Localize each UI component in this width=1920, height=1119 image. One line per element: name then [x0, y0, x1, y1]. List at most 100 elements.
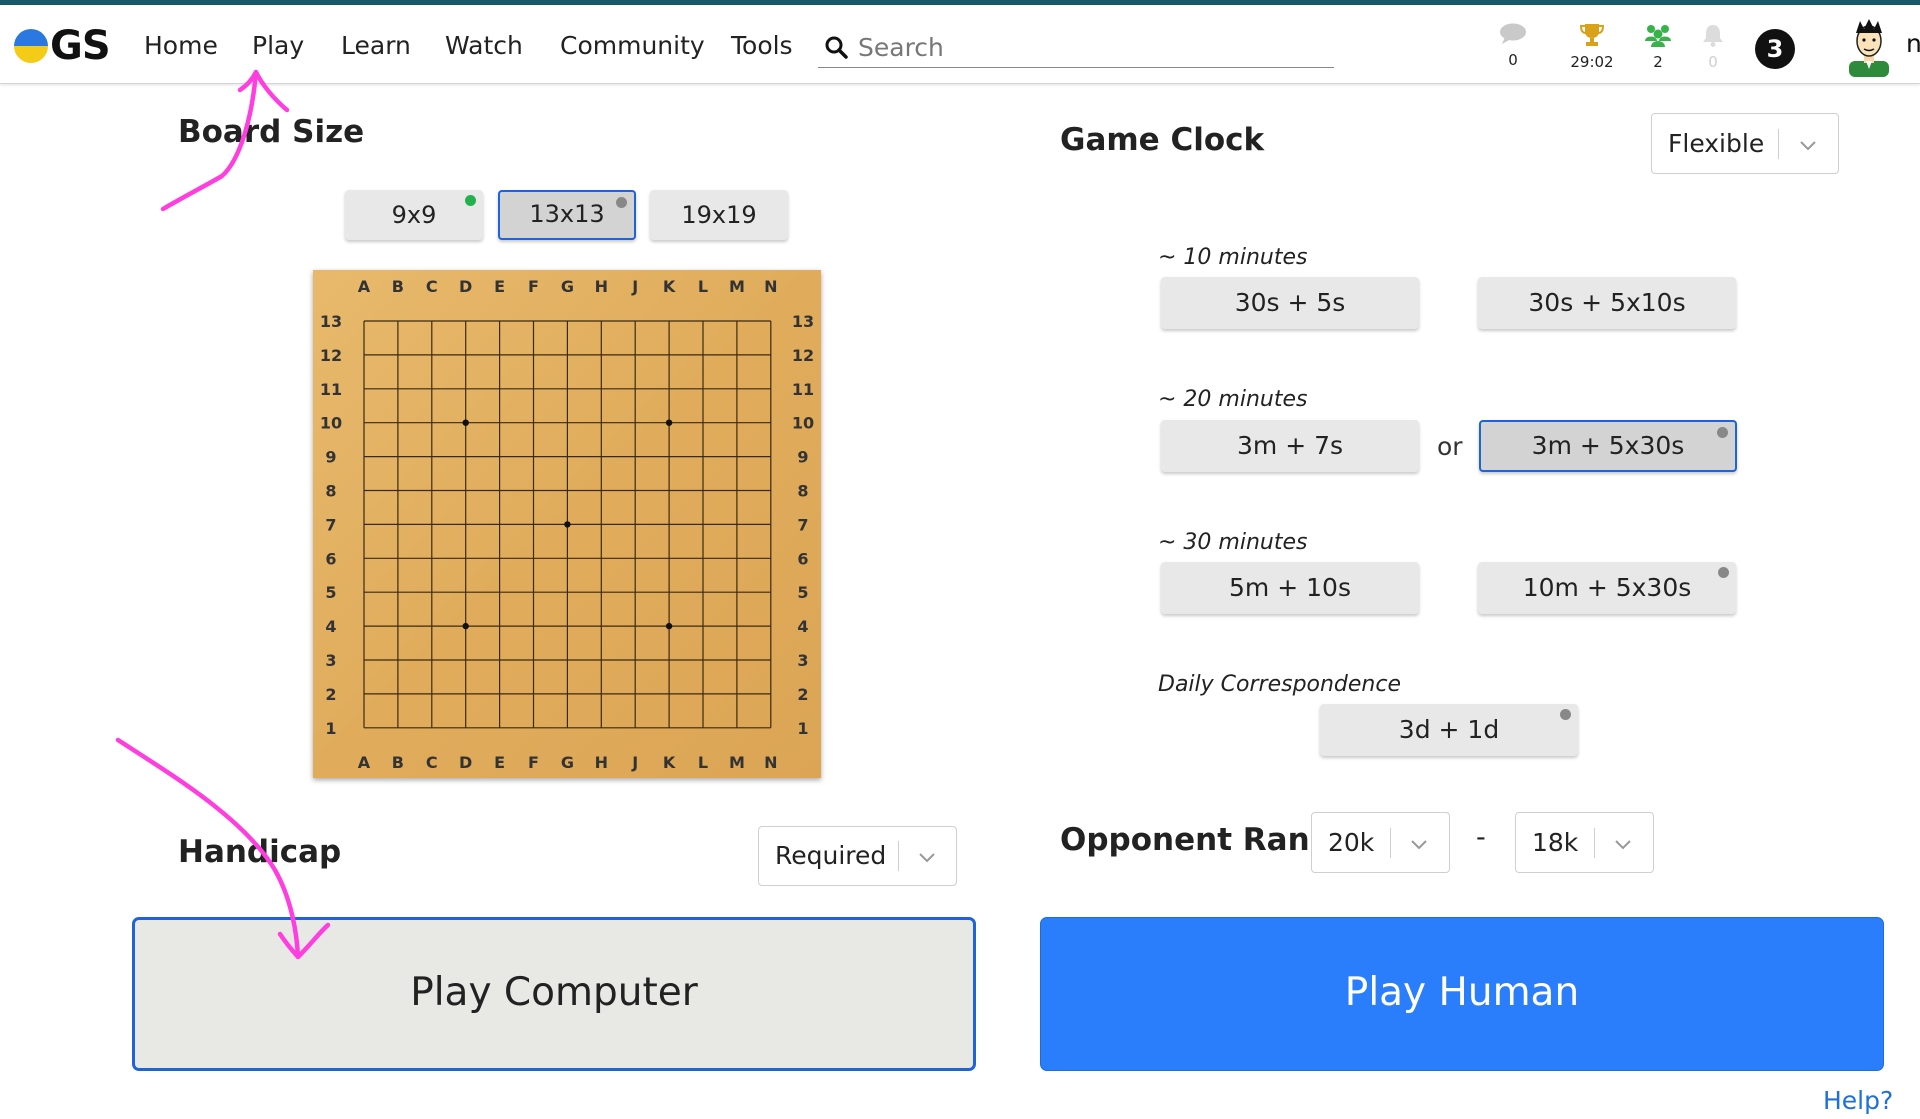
star-point [462, 622, 469, 630]
clock-3m-7s-button[interactable]: 3m + 7s [1161, 420, 1419, 472]
board-coordinate-label: 3 [797, 651, 808, 670]
star-point [462, 419, 469, 426]
play-human-button[interactable]: Play Human [1040, 917, 1884, 1071]
board-coordinate-label: 7 [325, 515, 336, 534]
logo-text: GS [50, 23, 111, 69]
tournament-indicator[interactable]: 29:02 [1564, 23, 1620, 71]
chat-count: 0 [1508, 51, 1518, 69]
go-board: A A B B C C D D E E F F G G H H J J K K L L M M N N 13 13 12 12 11 11 10… [313, 270, 821, 778]
clock-5m-10s-button[interactable]: 5m + 10s [1161, 562, 1419, 614]
status-dot [1717, 427, 1728, 438]
clock-3m-5x30s-button[interactable]: 3m + 5x30s [1479, 420, 1737, 472]
board-coordinate-label: 9 [325, 448, 336, 467]
clock-option-label: 10m + 5x30s [1522, 573, 1692, 602]
or-separator: or [1437, 432, 1463, 461]
bell-icon [1703, 25, 1723, 47]
board-coordinate-label: 1 [325, 719, 336, 738]
clock-mode-select[interactable]: Flexible [1651, 113, 1839, 174]
star-point [564, 521, 571, 528]
board-coordinate-label: 6 [797, 549, 808, 568]
board-coordinate-label: 6 [325, 549, 336, 568]
board-coordinate-label: A [358, 277, 371, 296]
board-size-9x9-button[interactable]: 9x9 [345, 190, 483, 240]
board-coordinate-label: 12 [792, 346, 814, 365]
ukraine-logo-icon [14, 29, 48, 63]
user-avatar-icon [1849, 19, 1889, 77]
board-coordinate-label: 11 [320, 380, 342, 399]
clock-option-label: 5m + 10s [1229, 573, 1351, 602]
board-coordinate-label: G [561, 277, 574, 296]
board-size-13x13-button[interactable]: 13x13 [498, 190, 636, 240]
clock-group-30min-label: ~ 30 minutes [1158, 530, 1308, 555]
board-size-9x9-label: 9x9 [391, 201, 437, 229]
board-coordinate-label: 7 [797, 515, 808, 534]
board-size-19x19-button[interactable]: 19x19 [650, 190, 788, 240]
nav-community[interactable]: Community [560, 31, 705, 60]
nav-play[interactable]: Play [252, 31, 304, 60]
select-separator [1594, 828, 1595, 858]
nav-home[interactable]: Home [144, 31, 218, 60]
status-dot [616, 197, 627, 208]
board-coordinate-label: L [698, 277, 708, 296]
username-truncated[interactable]: n [1906, 29, 1920, 58]
board-coordinate-label: E [494, 277, 505, 296]
clock-group-10min-label: ~ 10 minutes [1158, 245, 1308, 270]
board-coordinate-label: 11 [792, 380, 814, 399]
board-coordinate-label: 8 [325, 482, 336, 501]
clock-mode-value: Flexible [1668, 129, 1765, 158]
help-link[interactable]: Help? [1823, 1086, 1893, 1115]
clock-group-20min-label: ~ 20 minutes [1158, 387, 1308, 412]
rank-range-separator: - [1476, 822, 1486, 853]
clock-option-label: 30s + 5s [1234, 288, 1346, 317]
board-coordinate-label: 12 [320, 346, 342, 365]
clock-10m-5x30s-button[interactable]: 10m + 5x30s [1478, 562, 1736, 614]
nav-watch[interactable]: Watch [445, 31, 523, 60]
star-point [665, 622, 673, 630]
nav-tools[interactable]: Tools [731, 31, 793, 60]
status-dot [465, 195, 476, 206]
handicap-title: Handicap [178, 834, 342, 870]
clock-option-label: 3m + 7s [1236, 431, 1344, 460]
board-coordinate-label: D [459, 753, 472, 772]
nav-learn[interactable]: Learn [341, 31, 411, 60]
friends-count: 2 [1653, 53, 1663, 71]
rank-max-select[interactable]: 18k [1515, 812, 1654, 873]
avatar[interactable] [1846, 17, 1892, 77]
chevron-down-icon [1800, 141, 1816, 151]
chat-bubble-icon [1500, 23, 1526, 44]
clock-30s-5x10s-button[interactable]: 30s + 5x10s [1478, 277, 1736, 329]
clock-option-label: 3d + 1d [1398, 715, 1500, 744]
chevron-down-icon [1615, 840, 1631, 850]
search-input[interactable] [856, 31, 1320, 63]
board-coordinate-label: G [561, 753, 574, 772]
board-coordinate-label: L [698, 753, 708, 772]
search-icon [825, 36, 848, 59]
board-size-13x13-label: 13x13 [529, 200, 605, 228]
game-clock-title: Game Clock [1060, 122, 1265, 158]
search-bar[interactable] [818, 27, 1334, 68]
board-coordinate-label: 4 [325, 617, 336, 636]
rank-min-select[interactable]: 20k [1311, 812, 1450, 873]
logo[interactable]: GS [14, 23, 111, 69]
notification-badge[interactable]: 3 [1755, 29, 1795, 69]
board-coordinate-label: 5 [325, 583, 336, 602]
notifications-count: 0 [1708, 53, 1718, 71]
handicap-select[interactable]: Required [758, 826, 957, 886]
friends-indicator[interactable]: 2 [1643, 23, 1673, 71]
board-coordinate-label: H [595, 753, 608, 772]
notifications-indicator[interactable]: 0 [1700, 23, 1726, 71]
select-separator [1778, 129, 1779, 159]
clock-30s-5s-button[interactable]: 30s + 5s [1161, 277, 1419, 329]
clock-3d-1d-button[interactable]: 3d + 1d [1320, 704, 1578, 756]
board-coordinate-label: M [729, 753, 745, 772]
board-coordinate-label: D [459, 277, 472, 296]
board-coordinate-label: C [426, 277, 438, 296]
play-computer-button[interactable]: Play Computer [132, 917, 976, 1071]
handicap-value: Required [775, 841, 887, 870]
navbar: GS Home Play Learn Watch Community Tools… [0, 5, 1920, 84]
chat-indicator[interactable]: 0 [1498, 23, 1528, 69]
chevron-down-icon [919, 853, 935, 863]
board-coordinate-label: 2 [325, 685, 336, 704]
board-coordinate-label: 2 [797, 685, 808, 704]
status-dot [1718, 567, 1729, 578]
